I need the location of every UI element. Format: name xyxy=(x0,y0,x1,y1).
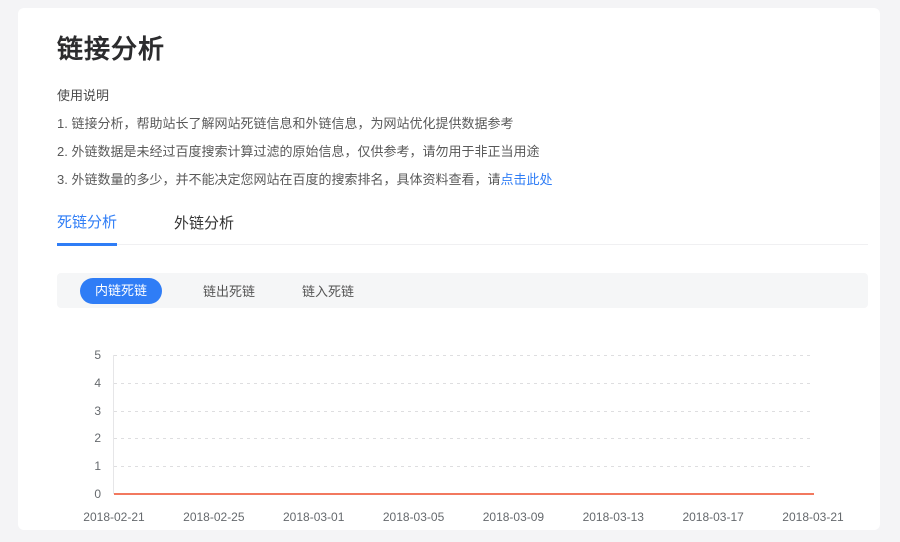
gridline xyxy=(114,466,813,467)
usage-instructions-heading: 使用说明 xyxy=(57,85,868,104)
y-axis-tick-label: 5 xyxy=(94,349,101,361)
gridline xyxy=(114,438,813,439)
page-title: 链接分析 xyxy=(57,34,868,64)
analysis-tabs: 死链分析 外链分析 xyxy=(57,211,868,245)
x-axis-date-label: 2018-03-09 xyxy=(483,510,544,524)
y-axis-labels: 012345 xyxy=(57,355,101,494)
x-axis-date-label: 2018-03-17 xyxy=(682,510,743,524)
gridline xyxy=(114,355,813,356)
gridline xyxy=(114,383,813,384)
y-axis-tick-label: 0 xyxy=(94,488,101,500)
y-axis-tick-label: 3 xyxy=(94,405,101,417)
x-axis-date-label: 2018-02-21 xyxy=(83,510,144,524)
x-axis-date-label: 2018-03-13 xyxy=(583,510,644,524)
x-axis-date-label: 2018-03-05 xyxy=(383,510,444,524)
y-axis-tick-label: 4 xyxy=(94,377,101,389)
subtab-internal-dead-link[interactable]: 内链死链 xyxy=(80,278,162,304)
data-line xyxy=(114,355,814,494)
instruction-line-3-text: 3. 外链数量的多少，并不能决定您网站在百度的搜索排名，具体资料查看，请 xyxy=(57,172,500,187)
dead-link-trend-chart: 012345 2018-02-212018-02-252018-03-01201… xyxy=(57,355,868,525)
x-axis-date-label: 2018-02-25 xyxy=(183,510,244,524)
y-axis-tick-label: 1 xyxy=(94,460,101,472)
dead-link-subtab-bar: 内链死链 链出死链 链入死链 xyxy=(57,273,868,308)
gridline xyxy=(114,411,813,412)
instruction-line-1: 1. 链接分析，帮助站长了解网站死链信息和外链信息，为网站优化提供数据参考 xyxy=(57,115,868,132)
x-axis-date-label: 2018-03-21 xyxy=(782,510,843,524)
subtab-outbound-dead-link[interactable]: 链出死链 xyxy=(203,281,255,300)
tab-dead-link-analysis[interactable]: 死链分析 xyxy=(57,211,117,246)
link-analysis-card: 链接分析 使用说明 1. 链接分析，帮助站长了解网站死链信息和外链信息，为网站优… xyxy=(18,8,880,530)
subtab-inbound-dead-link[interactable]: 链入死链 xyxy=(302,281,354,300)
x-axis-date-label: 2018-03-01 xyxy=(283,510,344,524)
y-axis-tick-label: 2 xyxy=(94,432,101,444)
instruction-line-2: 2. 外链数据是未经过百度搜索计算过滤的原始信息，仅供参考，请勿用于非正当用途 xyxy=(57,143,868,160)
instruction-line-3: 3. 外链数量的多少，并不能决定您网站在百度的搜索排名，具体资料查看，请点击此处 xyxy=(57,171,868,188)
tab-external-link-analysis[interactable]: 外链分析 xyxy=(174,212,234,244)
click-here-link[interactable]: 点击此处 xyxy=(500,172,552,187)
plot-area: 2018-02-212018-02-252018-03-012018-03-05… xyxy=(113,355,813,494)
